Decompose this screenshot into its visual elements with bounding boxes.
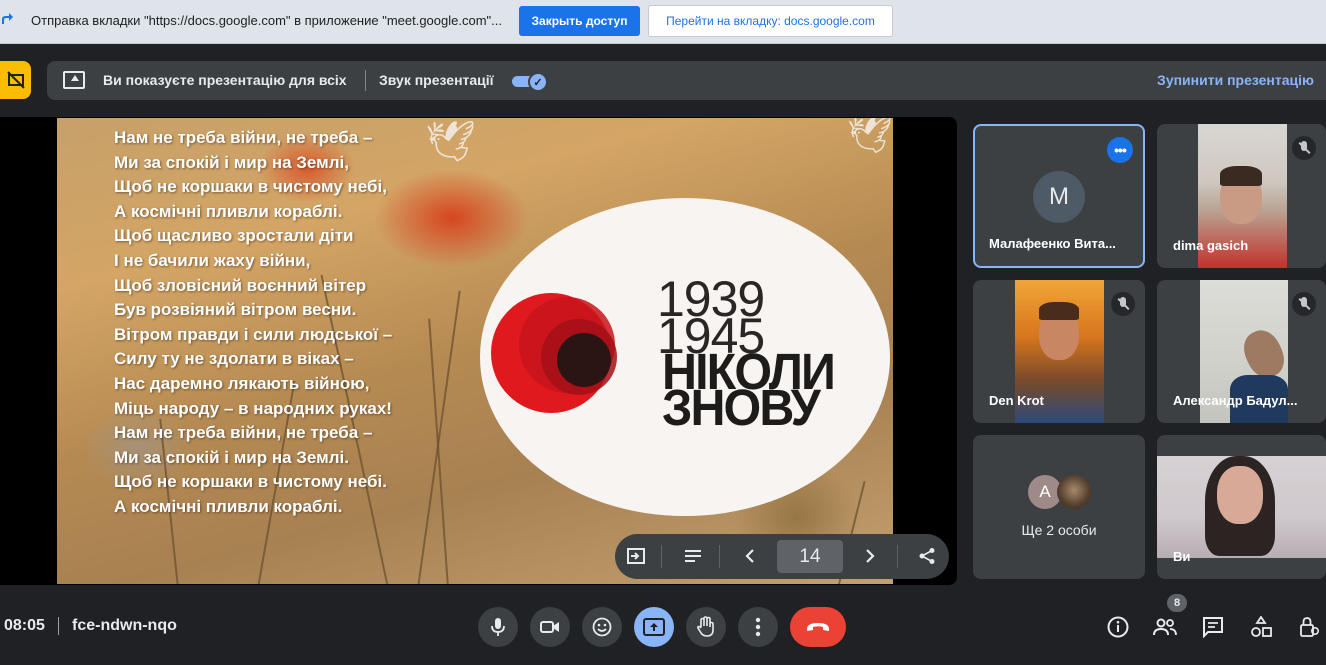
presentation-slide: 🕊 🕊 Нам не треба війни, не треба – Ми за … <box>57 118 893 584</box>
present-screen-icon <box>63 71 85 89</box>
host-controls-icon[interactable] <box>1295 613 1323 641</box>
poem-line: Нас даремно лякають війною, <box>114 373 370 393</box>
share-message: Отправка вкладки "https://docs.google.co… <box>31 13 502 28</box>
slogan-line-2: ЗНОВУ <box>662 379 821 436</box>
mic-off-icon <box>1111 292 1135 316</box>
meeting-code[interactable]: fce-ndwn-nqo <box>72 617 177 635</box>
participant-name: Ви <box>1173 549 1191 564</box>
participant-name: Den Krot <box>989 393 1044 408</box>
poem-line: Нам не треба війни, не треба – <box>114 128 373 147</box>
participant-group-label: Ще 2 особи <box>1021 522 1097 538</box>
share-tab-icon <box>0 12 14 28</box>
poem-line: І не бачили жаху війни, <box>114 250 311 270</box>
meeting-time: 08:05 <box>4 617 45 634</box>
poem-line: Міць народу – в народних руках! <box>114 398 392 418</box>
presentation-stage: 🕊 🕊 Нам не треба війни, не треба – Ми за … <box>0 117 957 585</box>
participant-tile[interactable]: Александр Бадул... <box>1157 280 1326 423</box>
poem-line: Щоб щасливо зростали діти <box>114 226 354 246</box>
poem-line: А космічні пливли кораблі. <box>114 201 343 221</box>
poem-line: Ми за спокій і мир на Землі, <box>114 152 349 172</box>
controls-divider <box>897 545 898 568</box>
poem-line: Ми за спокій і мир на Землі. <box>114 447 349 467</box>
speaker-notes-icon[interactable] <box>680 543 706 569</box>
poem-text: Нам не треба війни, не треба – Ми за спок… <box>114 126 392 520</box>
hair-shape <box>1220 166 1262 186</box>
poem-line: Щоб не коршаки в чистому небі. <box>114 472 387 492</box>
poem-line: Щоб зловісний воєнний вітер <box>114 275 367 295</box>
banner-divider <box>365 70 366 91</box>
stop-presenting-button[interactable]: Зупинити презентацію <box>1157 72 1314 88</box>
self-view-tile[interactable]: Ви <box>1157 435 1326 579</box>
poem-line: Щоб не коршаки в чистому небі, <box>114 177 387 197</box>
activities-icon[interactable] <box>1247 613 1275 641</box>
dove-image: 🕊 <box>425 120 476 164</box>
self-video <box>1157 456 1326 558</box>
tab-share-infobar: Отправка вкладки "https://docs.google.co… <box>0 0 1326 44</box>
reactions-button[interactable] <box>582 607 622 647</box>
presentation-warning-icon[interactable] <box>0 61 31 99</box>
meeting-details-icon[interactable] <box>1104 613 1132 641</box>
previous-slide-icon[interactable] <box>737 543 763 569</box>
poppy-icon <box>491 293 617 413</box>
camera-button[interactable] <box>530 607 570 647</box>
more-options-icon[interactable]: ••• <box>1107 137 1133 163</box>
avatar: M <box>1033 171 1085 223</box>
presenting-status-text: Ви показуєте презентацію для всіх <box>103 72 347 88</box>
slide-controls: 14 <box>615 534 949 579</box>
share-icon[interactable] <box>914 543 940 569</box>
presenting-banner: Ви показуєте презентацію для всіх Звук п… <box>47 61 1326 100</box>
close-access-button[interactable]: Закрыть доступ <box>519 6 640 36</box>
poem-line: Силу ту не здолати в віках – <box>114 349 354 369</box>
controls-divider <box>719 545 720 568</box>
avatar <box>1057 475 1091 509</box>
wheat-stalk <box>417 290 461 584</box>
mic-off-icon <box>1292 292 1316 316</box>
participant-count-badge: 8 <box>1167 594 1187 612</box>
people-icon[interactable] <box>1151 613 1179 641</box>
slide-page-number[interactable]: 14 <box>777 540 843 573</box>
more-options-button[interactable] <box>738 607 778 647</box>
participant-name: Малафеенко Вита... <box>989 236 1116 251</box>
raise-hand-button[interactable] <box>686 607 726 647</box>
controls-divider <box>661 545 662 568</box>
participant-group-tile[interactable]: A Ще 2 особи <box>973 435 1145 579</box>
wheat-stalk <box>428 318 449 584</box>
poem-line: А космічні пливли кораблі. <box>114 496 343 516</box>
presentation-audio-toggle[interactable]: ✓ <box>512 72 548 92</box>
dove-image: 🕊 <box>847 118 893 155</box>
participant-tile[interactable]: Den Krot <box>973 280 1145 423</box>
meeting-info-divider <box>58 617 59 635</box>
poem-line: Вітром правди і сили людської – <box>114 324 393 344</box>
exit-presentation-icon[interactable] <box>623 543 649 569</box>
poem-line: Нам не треба війни, не треба – <box>114 423 373 443</box>
mic-off-icon <box>1292 136 1316 160</box>
present-now-button[interactable] <box>634 607 674 647</box>
presentation-audio-label: Звук презентації <box>379 72 494 88</box>
leave-call-button[interactable] <box>790 607 846 647</box>
face-shape <box>1217 466 1263 524</box>
participant-name: Александр Бадул... <box>1173 393 1298 408</box>
chat-icon[interactable] <box>1199 613 1227 641</box>
poem-line: Був розвіяний вітром весни. <box>114 300 357 320</box>
participant-tile[interactable]: dima gasich <box>1157 124 1326 268</box>
microphone-button[interactable] <box>478 607 518 647</box>
hair-shape <box>1039 302 1079 320</box>
go-to-tab-button[interactable]: Перейти на вкладку: docs.google.com <box>648 5 893 37</box>
participant-name: dima gasich <box>1173 238 1249 253</box>
next-slide-icon[interactable] <box>857 543 883 569</box>
check-icon: ✓ <box>528 72 548 92</box>
participant-tile[interactable]: M ••• Малафеенко Вита... <box>973 124 1145 268</box>
